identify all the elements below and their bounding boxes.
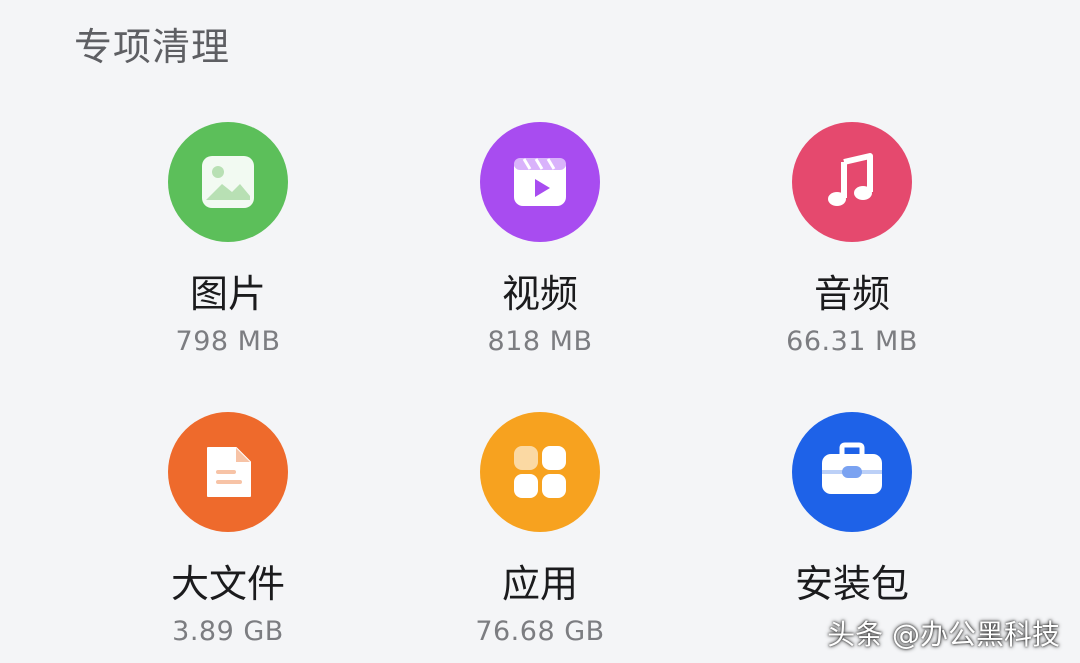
category-size: 76.68 GB <box>475 616 605 647</box>
category-label: 安装包 <box>794 562 909 606</box>
cleanup-category-grid: 图片 798 MB 视频 818 MB 音频 66.31 MB 大文件 3.89… <box>0 0 1080 663</box>
category-label: 音频 <box>813 272 890 316</box>
category-large-files[interactable]: 大文件 3.89 GB <box>78 412 378 663</box>
category-label: 应用 <box>501 562 578 606</box>
category-size: 3.89 GB <box>172 616 284 647</box>
apps-grid-icon <box>480 412 600 532</box>
category-label: 大文件 <box>170 562 285 606</box>
category-apps[interactable]: 应用 76.68 GB <box>390 412 690 663</box>
category-label: 视频 <box>501 272 578 316</box>
music-icon <box>792 122 912 242</box>
document-icon <box>168 412 288 532</box>
category-label: 图片 <box>189 272 266 316</box>
video-icon <box>480 122 600 242</box>
special-cleanup-page: 专项清理 图片 798 MB 视频 818 MB 音频 66.31 MB 大文件… <box>0 0 1080 663</box>
image-icon <box>168 122 288 242</box>
category-images[interactable]: 图片 798 MB <box>78 122 378 382</box>
category-videos[interactable]: 视频 818 MB <box>390 122 690 382</box>
category-size: 798 MB <box>175 326 281 357</box>
package-icon <box>792 412 912 532</box>
watermark: 头条 @办公黑科技 <box>827 618 1060 651</box>
category-audio[interactable]: 音频 66.31 MB <box>702 122 1002 382</box>
category-size: 818 MB <box>487 326 593 357</box>
category-size: 66.31 MB <box>786 326 918 357</box>
